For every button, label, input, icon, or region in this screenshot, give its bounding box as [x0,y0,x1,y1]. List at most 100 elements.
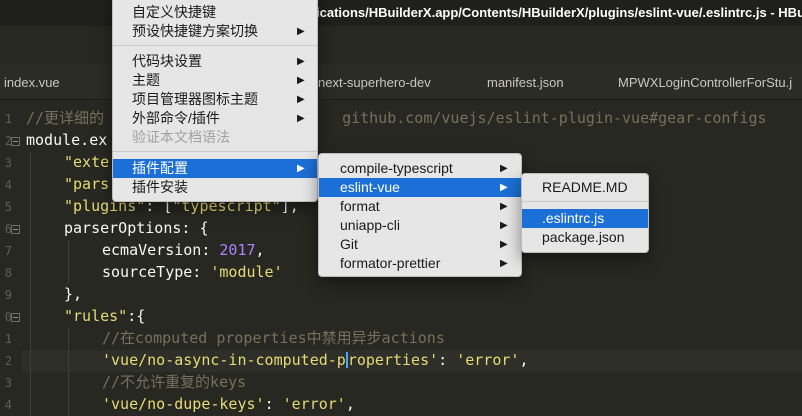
code-string: "pars [64,175,110,193]
code-punct: , [255,241,265,259]
menu-item-label: 代码块设置 [132,53,202,69]
menu-item-label: README.MD [542,179,628,195]
fold-toggle-icon[interactable] [11,225,20,234]
menu-item-label: formator-prettier [340,255,441,271]
code-comment: //不允许重复的keys [102,373,247,391]
menu-separator [522,201,648,202]
menu-item-label: 验证本文档语法 [132,129,230,145]
submenu-arrow-icon: ▶ [500,258,508,269]
line-number: 3 [4,376,12,390]
submenu-arrow-icon: ▶ [297,26,305,37]
code-punct: :{ [127,307,146,325]
code-punct: : [438,351,457,369]
tab-index-vue[interactable]: index.vue [4,75,60,90]
menu-separator [113,45,317,46]
code-key: ecmaVersion: [102,241,220,259]
line-number: 3 [4,156,12,170]
menu-item-label: 项目管理器图标主题 [132,91,258,107]
indent-guide [68,240,69,284]
tab-mpwx-login-controller[interactable]: MPWXLoginControllerForStu.j [618,75,792,90]
code-string: "rules" [64,307,128,325]
line-number: 7 [4,244,12,258]
submenu-arrow-icon: ▶ [297,94,305,105]
menu-item-label: Git [340,236,358,252]
submenu-item-compile-typescript[interactable]: compile-typescript ▶ [319,159,521,178]
submenu-arrow-icon: ▶ [297,113,305,124]
menu-item-label: 外部命令/插件 [132,110,220,126]
menu-item-label: 插件安装 [132,179,188,195]
menu-item-plugin-config[interactable]: 插件配置 ▶ [113,159,317,178]
menu-item-label: package.json [542,229,625,245]
submenu-item-eslint-vue[interactable]: eslint-vue ▶ [319,178,521,197]
code-string: "exte [64,153,110,171]
submenu-item-format[interactable]: format ▶ [319,197,521,216]
submenu-arrow-icon: ▶ [500,220,508,231]
code-key: sourceType: [102,263,211,281]
submenu-arrow-icon: ▶ [297,163,305,174]
menu-item-label: eslint-vue [340,179,400,195]
line-number: 8 [4,266,12,280]
submenu-arrow-icon: ▶ [297,56,305,67]
menu-item-project-icon-theme[interactable]: 项目管理器图标主题 ▶ [113,90,317,109]
plugin-config-submenu: compile-typescript ▶ eslint-vue ▶ format… [318,153,522,277]
code-string: 'vue/no-dupe-keys' [102,395,265,413]
submenu-item-uniapp-cli[interactable]: uniapp-cli ▶ [319,216,521,235]
menu-item-custom-shortcuts[interactable]: 自定义快捷键 [113,3,317,22]
code-punct: , [345,395,355,413]
menu-item-label: format [340,198,380,214]
menu-item-validate-syntax: 验证本文档语法 [113,128,317,147]
code-line: ecmaVersion: 2017, [102,240,265,260]
line-number: 5 [4,200,12,214]
code-line: //不允许重复的keys [102,372,246,392]
menu-item-preset-shortcuts[interactable]: 预设快捷键方案切换 ▶ [113,22,317,41]
line-number: 4 [4,398,12,412]
menu-item-label: uniapp-cli [340,217,400,233]
code-line: "exte [64,152,109,172]
menu-item-label: 插件配置 [132,160,188,176]
code-string: 'module' [210,263,283,281]
submenu-item-formator-prettier[interactable]: formator-prettier ▶ [319,254,521,273]
window-title: ications/HBuilderX.app/Contents/HBuilder… [316,5,802,20]
submenu-item-git[interactable]: Git ▶ [319,235,521,254]
code-string: roperties' [347,351,439,369]
code-line: parserOptions: { [64,219,209,237]
menu-item-theme[interactable]: 主题 ▶ [113,71,317,90]
file-item-readme[interactable]: README.MD [522,178,648,197]
file-item-eslintrc[interactable]: .eslintrc.js [522,209,648,228]
line-number: 1 [4,332,12,346]
menu-item-label: .eslintrc.js [542,210,605,226]
file-item-package-json[interactable]: package.json [522,228,648,247]
tab-next-superhero-dev[interactable]: next-superhero-dev [318,75,431,90]
code-number: 2017 [219,241,256,259]
line-number: 1 [4,112,12,126]
code-comment: //更详细的 [26,109,105,127]
code-line: "pars [64,174,109,194]
code-string: 'error' [456,351,520,369]
fold-toggle-icon[interactable] [11,137,20,146]
code-comment: github.com/vuejs/eslint-plugin-vue#gear-… [342,109,767,127]
menu-item-label: 主题 [132,72,160,88]
menu-item-label: compile-typescript [340,160,453,176]
submenu-arrow-icon: ▶ [297,75,305,86]
menu-item-label: 自定义快捷键 [132,4,216,20]
menu-item-snippet-settings[interactable]: 代码块设置 ▶ [113,52,317,71]
code-line: sourceType: 'module' [102,262,283,282]
code-line: "rules":{ [64,306,145,326]
submenu-arrow-icon: ▶ [500,163,508,174]
menu-item-external-commands[interactable]: 外部命令/插件 ▶ [113,109,317,128]
code-line: //在computed properties中禁用异步actions [102,328,445,348]
submenu-arrow-icon: ▶ [500,201,508,212]
code-punct: : [264,395,283,413]
menu-separator [113,151,317,152]
tab-manifest-json[interactable]: manifest.json [487,75,564,90]
code-string: 'vue/no-async-in-computed-p [102,351,346,369]
menu-item-plugin-install[interactable]: 插件安装 [113,178,317,197]
eslint-vue-submenu: README.MD .eslintrc.js package.json [521,173,649,253]
menu-item-label: 预设快捷键方案切换 [132,23,258,39]
code-line: }, [64,285,83,303]
fold-toggle-icon[interactable] [11,313,20,322]
code-string: 'error' [282,395,346,413]
line-number: 4 [4,178,12,192]
code-line: module.ex [26,131,108,149]
indent-guide [68,328,69,416]
